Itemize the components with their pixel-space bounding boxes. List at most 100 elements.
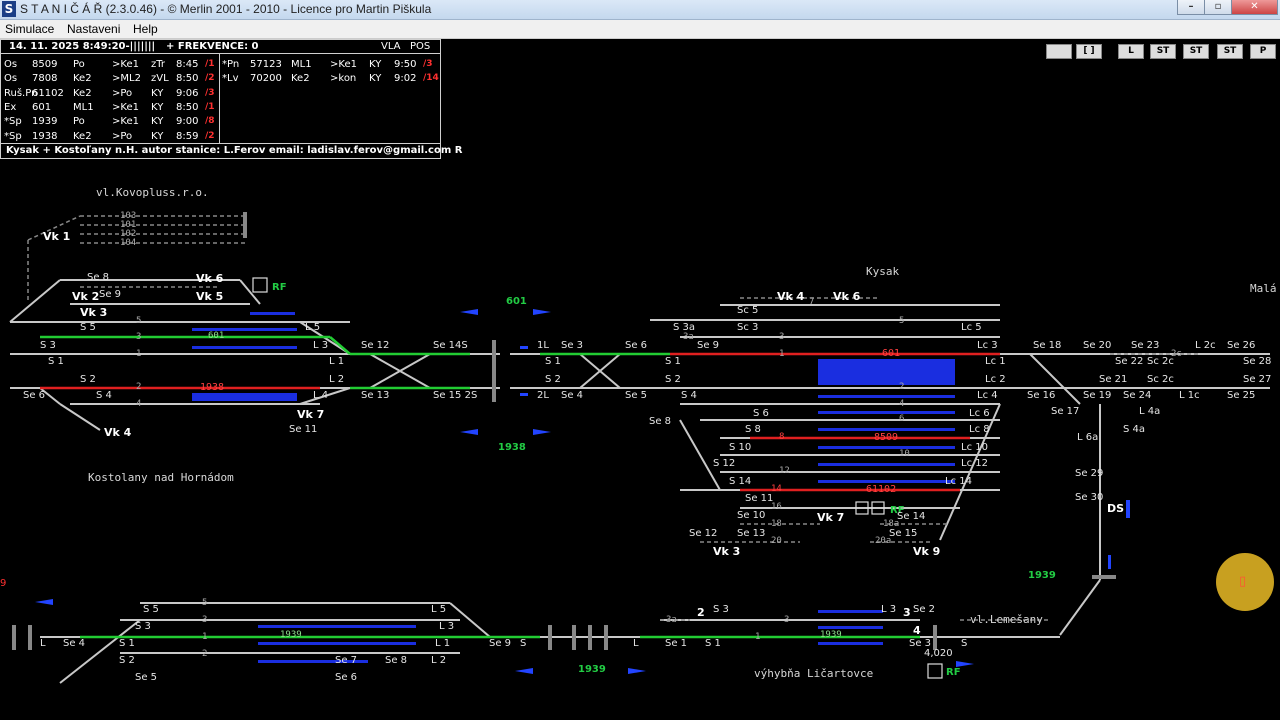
- signal-l5[interactable]: L 5: [431, 604, 446, 615]
- signal-s4a[interactable]: S 4a: [1123, 424, 1145, 435]
- signal-se17[interactable]: Se 17: [1051, 406, 1079, 417]
- toolbar-button-frame[interactable]: [ ]: [1076, 44, 1102, 59]
- signal-s1[interactable]: S 1: [119, 638, 135, 649]
- signal-se29[interactable]: Se 29: [1075, 468, 1103, 479]
- signal-se11[interactable]: Se 11: [289, 424, 317, 435]
- train-row[interactable]: *Pn 57123 ML1 >Ke1 KY 9:50/3: [219, 59, 434, 72]
- signal-se6[interactable]: Se 6: [23, 390, 45, 401]
- signal-s10[interactable]: S 10: [729, 442, 751, 453]
- signal-s5[interactable]: S 5: [143, 604, 159, 615]
- signal-l2[interactable]: L 2: [329, 374, 344, 385]
- signal-se14s[interactable]: Se 14S: [433, 340, 468, 351]
- maximize-icon[interactable]: ▫: [1204, 0, 1232, 15]
- signal-lc10[interactable]: Lc 10: [961, 442, 988, 453]
- signal-s12[interactable]: S 12: [713, 458, 735, 469]
- signal-vk9[interactable]: Vk 9: [913, 545, 940, 558]
- signal-se20[interactable]: Se 20: [1083, 340, 1111, 351]
- signal-se25[interactable]: Se 25: [1227, 390, 1255, 401]
- toolbar-button-st3[interactable]: ST: [1217, 44, 1243, 59]
- toolbar-button-p[interactable]: P: [1250, 44, 1276, 59]
- signal-s3[interactable]: S 3: [40, 340, 56, 351]
- signal-s6[interactable]: S 6: [753, 408, 769, 419]
- train-row[interactable]: Os 7808 Ke2 >ML2 zVL 8:50/2: [1, 73, 216, 86]
- toolbar-button-st1[interactable]: ST: [1150, 44, 1176, 59]
- signal-s3[interactable]: S 3: [713, 604, 729, 615]
- signal-se15[interactable]: Se 15: [889, 528, 917, 539]
- signal-se12[interactable]: Se 12: [361, 340, 389, 351]
- signal-l3[interactable]: L 3: [881, 604, 896, 615]
- signal-ds[interactable]: DS: [1107, 502, 1124, 515]
- signal-ks2[interactable]: S 2: [665, 374, 681, 385]
- signal-l2c[interactable]: L 2c: [1195, 340, 1216, 351]
- signal-s2[interactable]: S 2: [119, 655, 135, 666]
- signal-se6[interactable]: Se 6: [335, 672, 357, 683]
- signal-s3[interactable]: S 3: [135, 621, 151, 632]
- signal-l1[interactable]: L 1: [329, 356, 344, 367]
- toolbar-button-st2[interactable]: ST: [1183, 44, 1209, 59]
- signal-lc14[interactable]: Lc 14: [945, 476, 972, 487]
- signal-l1[interactable]: L 1: [435, 638, 450, 649]
- train-row[interactable]: *Sp 1939 Po >Ke1 KY 9:00/8: [1, 116, 216, 129]
- signal-l5[interactable]: L 5: [305, 322, 320, 333]
- signal-s3a[interactable]: S 3a: [673, 322, 695, 333]
- clock-icon[interactable]: [1216, 553, 1274, 611]
- close-icon[interactable]: ✕: [1231, 0, 1278, 15]
- train-1939[interactable]: 1939: [820, 630, 842, 640]
- signal-l4[interactable]: L 4: [313, 390, 328, 401]
- signal-lc8[interactable]: Lc 8: [969, 424, 990, 435]
- signal-2l[interactable]: 2L: [537, 390, 549, 401]
- signal-s5[interactable]: S 5: [80, 322, 96, 333]
- signal-s1[interactable]: S 1: [48, 356, 64, 367]
- signal-l[interactable]: L: [633, 638, 639, 649]
- train-row[interactable]: Ex 601 ML1 >Ke1 KY 8:50/1: [1, 102, 216, 115]
- signal-se12[interactable]: Se 12: [689, 528, 717, 539]
- signal-l3[interactable]: L 3: [313, 340, 328, 351]
- signal-se9[interactable]: Se 9: [99, 289, 121, 300]
- signal-se22[interactable]: Se 22: [1115, 356, 1143, 367]
- signal-vk7[interactable]: Vk 7: [817, 511, 844, 524]
- train-1939[interactable]: 1939: [280, 630, 302, 640]
- signal-vk6[interactable]: Vk 6: [833, 290, 860, 303]
- train-1939[interactable]: 1939: [578, 664, 606, 675]
- signal-vk4[interactable]: Vk 4: [777, 290, 804, 303]
- signal-lc12[interactable]: Lc 12: [961, 458, 988, 469]
- signal-se27[interactable]: Se 27: [1243, 374, 1271, 385]
- signal-se2[interactable]: Se 2: [913, 604, 935, 615]
- signal-se13[interactable]: Se 13: [361, 390, 389, 401]
- train-1939[interactable]: 1939: [1028, 570, 1056, 581]
- signal-se8[interactable]: Se 8: [649, 416, 671, 427]
- menu-simulace[interactable]: Simulace: [5, 22, 54, 36]
- train-8509[interactable]: 8509: [874, 432, 898, 443]
- signal-se18[interactable]: Se 18: [1033, 340, 1061, 351]
- signal-se3[interactable]: Se 3: [909, 638, 931, 649]
- signal-se30[interactable]: Se 30: [1075, 492, 1103, 503]
- signal-lc6[interactable]: Lc 6: [969, 408, 990, 419]
- signal-sc5[interactable]: Sc 5: [737, 305, 758, 316]
- signal-s8[interactable]: S 8: [745, 424, 761, 435]
- signal-lc2[interactable]: Lc 2: [985, 374, 1006, 385]
- train-row[interactable]: Ruš.Pn 61102 Ke2 >Po KY 9:06/3: [1, 88, 216, 101]
- signal-1l[interactable]: 1L: [537, 340, 549, 351]
- signal-se14[interactable]: Se 14: [897, 511, 925, 522]
- signal-se3[interactable]: Se 3: [561, 340, 583, 351]
- vla-label[interactable]: VLA: [381, 41, 400, 52]
- signal-4[interactable]: 4: [913, 624, 921, 637]
- toolbar-button-blank[interactable]: [1046, 44, 1072, 59]
- menu-nastaveni[interactable]: Nastaveni: [67, 22, 120, 36]
- signal-lc5[interactable]: Lc 5: [961, 322, 982, 333]
- signal-s2[interactable]: S 2: [80, 374, 96, 385]
- signal-s14[interactable]: S 14: [729, 476, 751, 487]
- train-601[interactable]: 601: [506, 296, 527, 307]
- signal-se15s[interactable]: Se 15 2S: [433, 390, 477, 401]
- signal-sc3[interactable]: Sc 3: [737, 322, 758, 333]
- signal-ks4[interactable]: S 4: [681, 390, 697, 401]
- signal-2[interactable]: 2: [697, 606, 705, 619]
- signal-se19[interactable]: Se 19: [1083, 390, 1111, 401]
- signal-lc3[interactable]: Lc 3: [977, 340, 998, 351]
- signal-vk3[interactable]: Vk 3: [713, 545, 740, 558]
- signal-vk7[interactable]: Vk 7: [297, 408, 324, 421]
- signal-lc1[interactable]: Lc 1: [985, 356, 1006, 367]
- signal-se28[interactable]: Se 28: [1243, 356, 1271, 367]
- signal-lc4[interactable]: Lc 4: [977, 390, 998, 401]
- signal-ks1[interactable]: S 1: [665, 356, 681, 367]
